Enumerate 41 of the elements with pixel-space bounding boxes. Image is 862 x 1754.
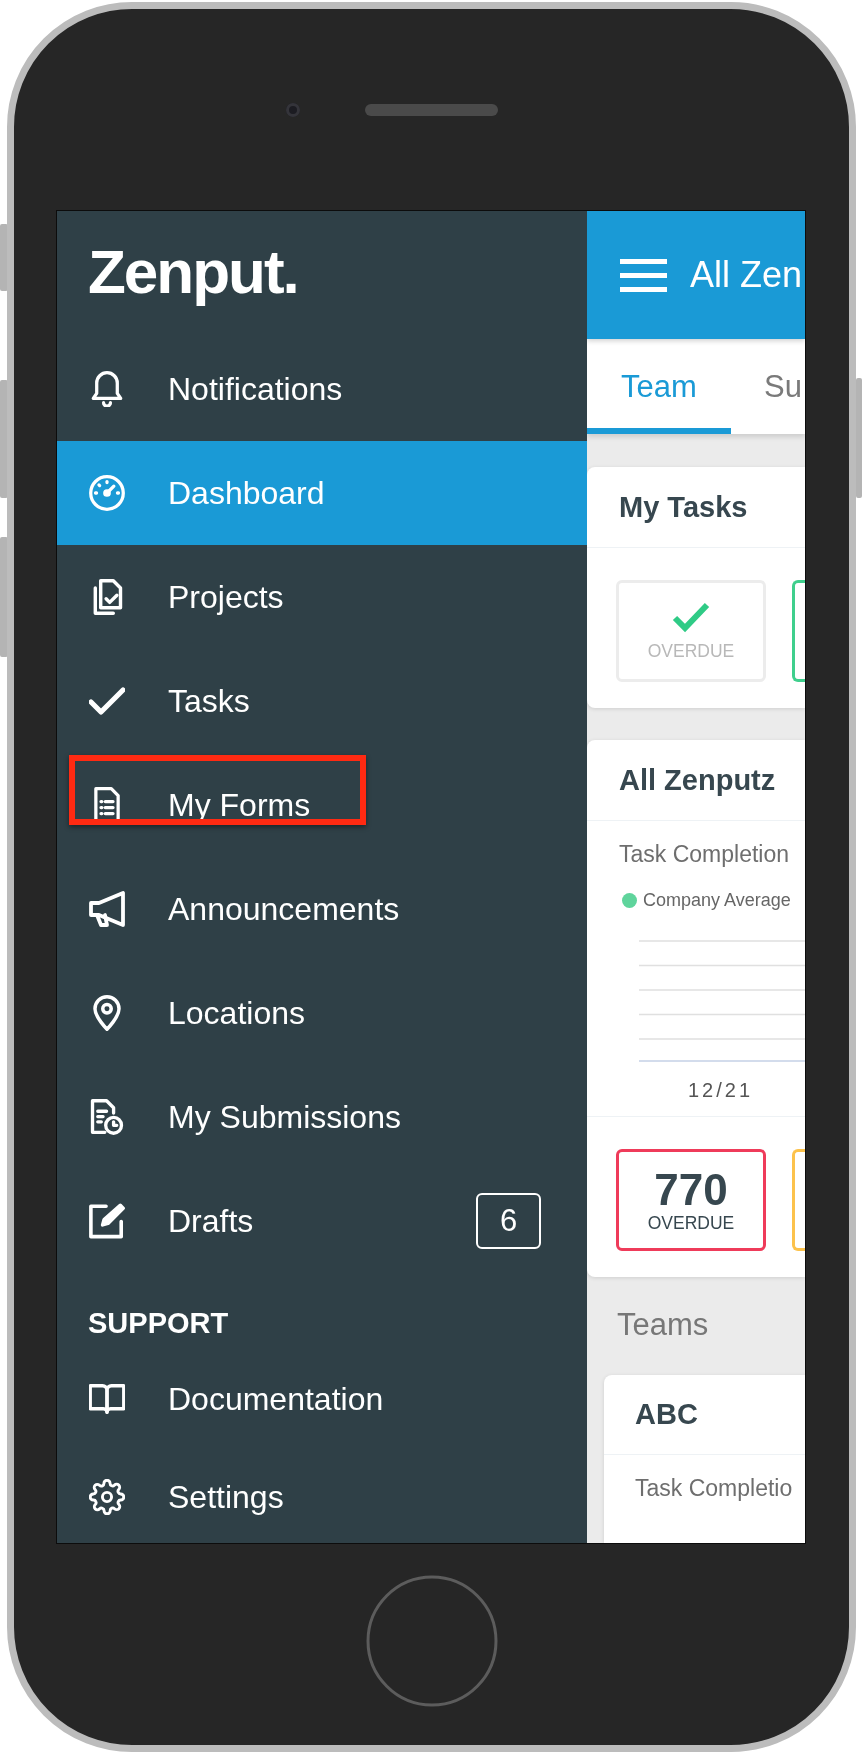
- card-subtitle: Task Completion: [618, 840, 791, 867]
- speaker-grille-icon: [365, 104, 498, 116]
- count-badge: 6: [476, 1193, 541, 1249]
- stat-tile[interactable]: [792, 1149, 805, 1251]
- stat-label: OVERDUE: [647, 641, 735, 661]
- home-button-icon: [366, 1575, 498, 1707]
- menu-icon[interactable]: [620, 258, 667, 292]
- document-clock-icon: [89, 1099, 125, 1135]
- stat-value: 770: [654, 1167, 728, 1213]
- card-title: My Tasks: [619, 490, 748, 524]
- card-title: All Zenputz: [619, 763, 776, 797]
- axis-label: 12/21: [688, 1078, 754, 1102]
- sidebar-item[interactable]: Notifications: [57, 337, 587, 441]
- megaphone-icon: [89, 891, 125, 927]
- stat-label: OVERDUE: [647, 1213, 735, 1233]
- gauge-icon: [89, 475, 125, 511]
- card-title: ABC: [635, 1398, 698, 1431]
- checkmark-icon: [671, 601, 711, 633]
- legend-label: Company Average: [643, 889, 791, 911]
- page-title: All Zen: [690, 254, 803, 296]
- book-icon: [89, 1381, 125, 1417]
- sidebar-item[interactable]: Projects: [57, 545, 587, 649]
- section-heading: SUPPORT: [87, 1306, 230, 1341]
- stat-tile[interactable]: [792, 580, 805, 682]
- card-subtitle: Task Completio: [634, 1474, 794, 1501]
- sidebar-item[interactable]: Documentation: [57, 1347, 587, 1451]
- tab[interactable]: Su: [731, 339, 805, 434]
- sidebar-item[interactable]: My Forms: [57, 753, 587, 857]
- sidebar-item[interactable]: Settings: [57, 1451, 587, 1543]
- logo: Zenput.: [88, 237, 298, 306]
- sidebar-item[interactable]: Locations: [57, 961, 587, 1065]
- sidebar-item[interactable]: Announcements: [57, 857, 587, 961]
- camera-lens-icon: [286, 103, 300, 117]
- edit-square-icon: [89, 1203, 125, 1239]
- sidebar-item[interactable]: Tasks: [57, 649, 587, 753]
- bell-icon: [89, 371, 125, 407]
- settings-icon: [89, 1479, 125, 1515]
- stat-tile[interactable]: 770 OVERDUE: [616, 1149, 766, 1251]
- section-heading: Teams: [616, 1307, 710, 1343]
- sidebar-item[interactable]: My Submissions: [57, 1065, 587, 1169]
- sidebar-item[interactable]: Drafts 6: [57, 1169, 587, 1273]
